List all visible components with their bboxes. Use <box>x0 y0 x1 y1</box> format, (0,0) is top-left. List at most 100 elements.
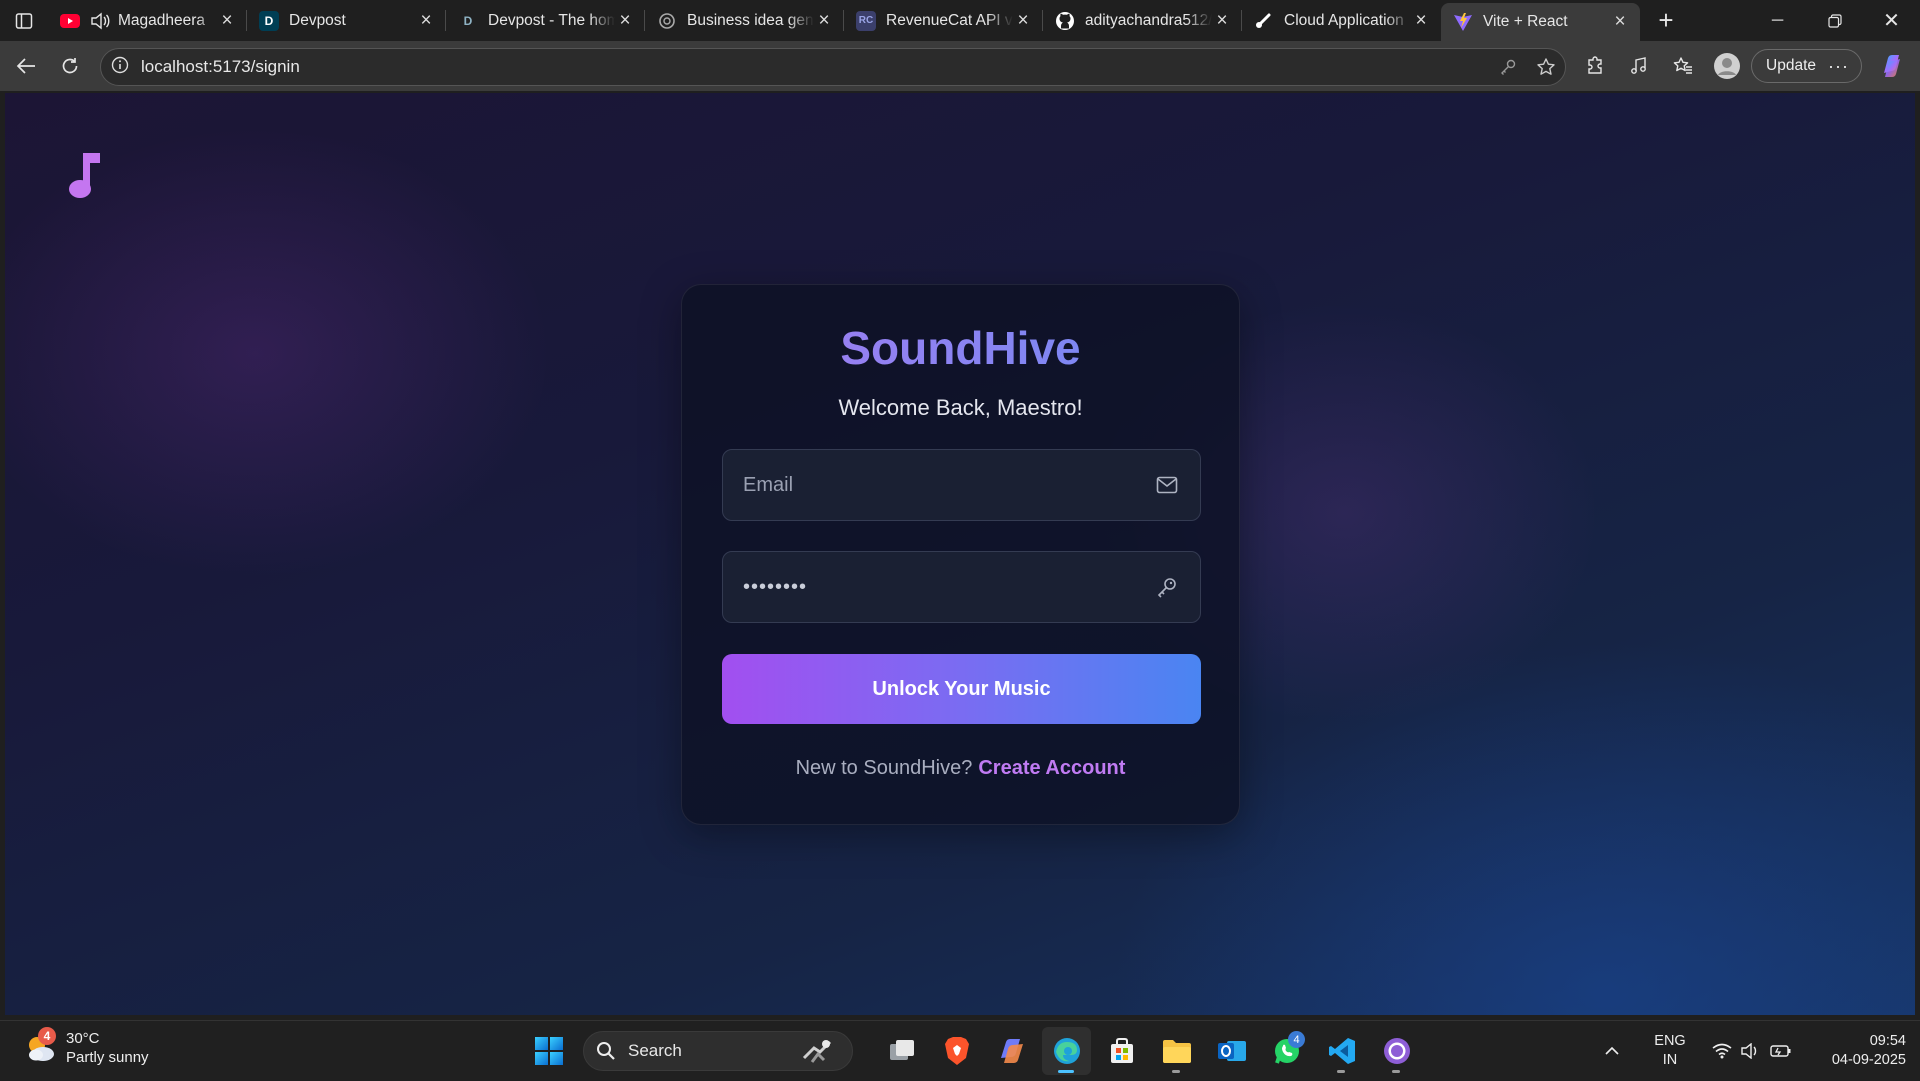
taskbar-apps: Search 4 <box>524 1027 1421 1075</box>
search-highlight-icon <box>802 1040 832 1063</box>
taskbar-search[interactable]: Search <box>583 1031 853 1071</box>
close-window-icon[interactable]: ✕ <box>1863 0 1920 41</box>
tab-devpost[interactable]: D Devpost × <box>247 0 446 41</box>
update-button[interactable]: Update ··· <box>1751 49 1862 83</box>
tab-devpost-home[interactable]: D Devpost - The home for hackathons × <box>446 0 645 41</box>
site-info-icon[interactable] <box>111 56 129 79</box>
signup-prompt-line: New to SoundHive? Create Account <box>682 757 1239 780</box>
whatsapp-icon[interactable]: 4 <box>1262 1027 1311 1075</box>
welcome-subtitle: Welcome Back, Maestro! <box>838 395 1083 420</box>
tab-title: Devpost <box>289 11 346 29</box>
window-controls: ─ ✕ <box>1749 0 1920 41</box>
refresh-icon[interactable] <box>48 48 92 84</box>
tab-business-idea[interactable]: Business idea generator × <box>645 0 844 41</box>
tab-title: RevenueCat API v1 <box>886 11 1013 29</box>
close-icon[interactable]: × <box>1411 10 1431 31</box>
outlook-icon[interactable] <box>1207 1027 1256 1075</box>
search-label: Search <box>628 1041 682 1060</box>
tab-cloud-application[interactable]: Cloud Application × <box>1242 0 1441 41</box>
devpost-icon: D <box>463 13 473 28</box>
brand-title: SoundHive <box>682 321 1239 375</box>
github-icon <box>1055 11 1075 31</box>
clock-date: 04-09-2025 <box>1831 1052 1906 1068</box>
microsoft-store-icon[interactable] <box>1097 1027 1146 1075</box>
media-control-icon[interactable] <box>1617 41 1661 91</box>
brave-browser-icon[interactable] <box>932 1027 981 1075</box>
copilot-icon[interactable] <box>1870 41 1914 91</box>
system-tray: ENG IN 09:54 04-09-2025 <box>1592 1021 1920 1081</box>
weather-badge: 4 <box>38 1027 56 1045</box>
email-field[interactable] <box>722 449 1201 521</box>
tab-magadheera[interactable]: Magadheera × <box>48 0 247 41</box>
tab-title: Magadheera <box>118 11 206 29</box>
close-icon[interactable]: × <box>1013 10 1033 31</box>
minimize-icon[interactable]: ─ <box>1749 0 1806 41</box>
devpost-icon: D <box>259 10 279 31</box>
tab-title: adityachandra512/ <box>1085 11 1212 29</box>
favorite-star-icon[interactable] <box>1527 57 1565 77</box>
speaker-icon[interactable] <box>90 11 110 31</box>
password-input[interactable]: •••••••• <box>743 576 1154 599</box>
back-icon[interactable] <box>4 48 48 84</box>
update-label: Update <box>1766 57 1817 74</box>
close-icon[interactable]: × <box>1212 10 1232 31</box>
search-icon <box>597 1042 615 1060</box>
signin-card: SoundHive Welcome Back, Maestro! •••••••… <box>681 284 1240 825</box>
tab-title: Vite + React <box>1483 13 1568 30</box>
weather-temp: 30°C <box>66 1030 100 1047</box>
task-view-icon[interactable] <box>877 1027 926 1075</box>
key-icon[interactable] <box>1489 58 1527 76</box>
create-account-link[interactable]: Create Account <box>978 757 1125 779</box>
running-indicator <box>1172 1070 1180 1073</box>
file-explorer-icon[interactable] <box>1152 1027 1201 1075</box>
password-field[interactable]: •••••••• <box>722 551 1201 623</box>
profile-avatar-icon[interactable] <box>1705 41 1749 91</box>
clock[interactable]: 09:54 04-09-2025 <box>1806 1032 1906 1070</box>
tab-vite-react[interactable]: Vite + React × <box>1441 3 1640 41</box>
new-tab-button[interactable]: + <box>1648 3 1684 39</box>
close-icon[interactable]: × <box>814 10 834 31</box>
weather-widget[interactable]: 4 30°C Partly sunny <box>24 1027 149 1067</box>
close-icon[interactable]: × <box>615 10 635 31</box>
cloud-icon <box>1254 11 1274 31</box>
volume-icon <box>1741 1043 1757 1059</box>
email-input[interactable] <box>743 473 1154 497</box>
address-bar[interactable]: localhost:5173/signin <box>100 48 1566 86</box>
github-desktop-icon[interactable] <box>1372 1027 1421 1075</box>
unlock-music-button[interactable]: Unlock Your Music <box>722 654 1201 724</box>
show-hidden-icons-chevron-icon[interactable] <box>1592 1046 1632 1056</box>
tab-title: Cloud Application <box>1284 11 1404 29</box>
language-indicator[interactable]: ENG IN <box>1640 1032 1700 1070</box>
url-text: localhost:5173/signin <box>141 57 300 76</box>
windows-taskbar: 4 30°C Partly sunny Search 4 ENG IN 09:5… <box>0 1020 1920 1080</box>
lang-bottom: IN <box>1662 1052 1678 1068</box>
vscode-icon[interactable] <box>1317 1027 1366 1075</box>
mail-icon <box>1154 472 1180 498</box>
tab-github[interactable]: adityachandra512/ × <box>1043 0 1242 41</box>
edge-browser-icon[interactable] <box>1042 1027 1091 1075</box>
music-note-icon[interactable] <box>69 149 109 201</box>
vite-icon <box>1453 12 1473 32</box>
active-indicator <box>1058 1070 1074 1073</box>
youtube-icon <box>60 11 80 31</box>
start-windows-icon[interactable] <box>524 1027 573 1075</box>
tab-title: Business idea generator <box>687 11 814 29</box>
sidebar-toggle-icon[interactable] <box>0 0 48 41</box>
close-icon[interactable]: × <box>416 10 436 31</box>
more-options-icon: ··· <box>1828 55 1849 76</box>
close-icon[interactable]: × <box>1610 11 1630 32</box>
favorites-icon[interactable] <box>1661 41 1705 91</box>
close-icon[interactable]: × <box>217 10 237 31</box>
weather-desc: Partly sunny <box>66 1049 149 1066</box>
extensions-icon[interactable] <box>1573 41 1617 91</box>
battery-icon <box>1770 1045 1791 1057</box>
tab-revenuecat[interactable]: RC RevenueCat API v1 × <box>844 0 1043 41</box>
network-sound-battery[interactable] <box>1712 1043 1792 1059</box>
whatsapp-badge: 4 <box>1288 1031 1305 1048</box>
running-indicator <box>1392 1070 1400 1073</box>
key-icon <box>1154 574 1180 600</box>
browser-toolbar: localhost:5173/signin Update ··· <box>0 41 1920 91</box>
m365-copilot-icon[interactable] <box>987 1027 1036 1075</box>
openai-icon <box>657 11 677 31</box>
restore-icon[interactable] <box>1806 0 1863 41</box>
